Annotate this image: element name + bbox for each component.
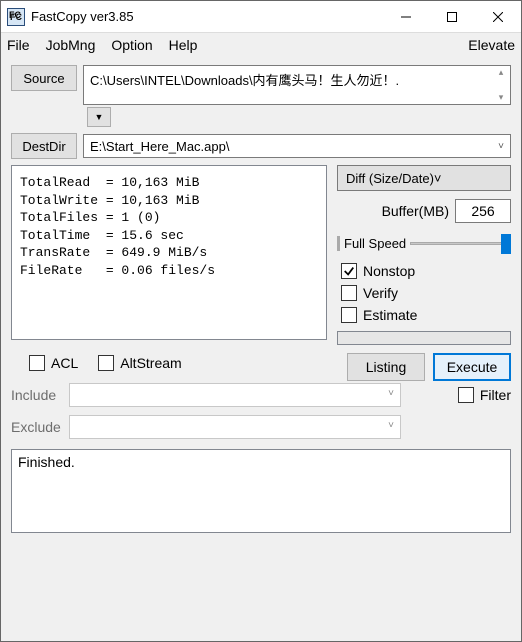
source-scroll[interactable]: ▴ ▾ (494, 68, 508, 102)
window-title: FastCopy ver3.85 (31, 9, 134, 24)
app-icon: FC (7, 8, 25, 26)
dest-path-text: E:\Start_Here_Mac.app\ (90, 139, 229, 154)
source-path-text: C:\Users\INTEL\Downloads\内有鹰头马！生人勿近！. (90, 73, 399, 88)
chevron-down-icon: ˅ (434, 171, 442, 186)
estimate-checkbox[interactable]: Estimate (341, 307, 511, 323)
menu-elevate[interactable]: Elevate (468, 37, 515, 53)
chevron-down-icon: ˅ (388, 388, 394, 399)
app-window: FC FastCopy ver3.85 File JobMng Option H… (0, 0, 522, 642)
stats-panel: TotalRead = 10,163 MiB TotalWrite = 10,1… (11, 165, 327, 340)
include-label: Include (11, 387, 63, 403)
menu-jobmng[interactable]: JobMng (46, 37, 96, 53)
estimate-label: Estimate (363, 307, 417, 323)
destdir-button[interactable]: DestDir (11, 133, 77, 159)
close-button[interactable] (475, 1, 521, 32)
slider-thumb[interactable] (501, 234, 511, 254)
maximize-button[interactable] (429, 1, 475, 32)
minimize-button[interactable] (383, 1, 429, 32)
copy-mode-value: Diff (Size/Date) (346, 171, 434, 186)
filter-label: Filter (480, 387, 511, 403)
scroll-up-icon[interactable]: ▴ (494, 68, 508, 77)
menu-help[interactable]: Help (169, 37, 198, 53)
buffer-label: Buffer(MB) (382, 203, 449, 219)
menu-option[interactable]: Option (111, 37, 152, 53)
chevron-down-icon: ˅ (498, 141, 504, 152)
exclude-label: Exclude (11, 419, 63, 435)
chevron-down-icon: ▼ (95, 112, 104, 122)
verify-checkbox[interactable]: Verify (341, 285, 511, 301)
title-bar[interactable]: FC FastCopy ver3.85 (1, 1, 521, 33)
nonstop-label: Nonstop (363, 263, 415, 279)
menu-file[interactable]: File (7, 37, 30, 53)
altstream-checkbox[interactable]: AltStream (98, 355, 181, 371)
source-button[interactable]: Source (11, 65, 77, 91)
dest-path-combo[interactable]: E:\Start_Here_Mac.app\ ˅ (83, 134, 511, 158)
log-output: Finished. (11, 449, 511, 533)
exclude-combo[interactable]: ˅ (69, 415, 401, 439)
chevron-down-icon: ˅ (388, 420, 394, 431)
filter-checkbox[interactable]: Filter (458, 387, 511, 403)
scroll-down-icon[interactable]: ▾ (494, 93, 508, 102)
altstream-label: AltStream (120, 355, 181, 371)
speed-slider[interactable] (410, 231, 511, 255)
copy-mode-combo[interactable]: Diff (Size/Date) ˅ (337, 165, 511, 191)
progress-bar (337, 331, 511, 345)
speed-label: Full Speed (337, 236, 406, 251)
nonstop-checkbox[interactable]: Nonstop (341, 263, 511, 279)
menu-bar: File JobMng Option Help Elevate (1, 33, 521, 57)
source-history-button[interactable]: ▼ (87, 107, 111, 127)
acl-checkbox[interactable]: ACL (29, 355, 78, 371)
include-combo[interactable]: ˅ (69, 383, 401, 407)
source-path-input[interactable]: C:\Users\INTEL\Downloads\内有鹰头马！生人勿近！. ▴ … (83, 65, 511, 105)
verify-label: Verify (363, 285, 398, 301)
acl-label: ACL (51, 355, 78, 371)
buffer-input[interactable]: 256 (455, 199, 511, 223)
